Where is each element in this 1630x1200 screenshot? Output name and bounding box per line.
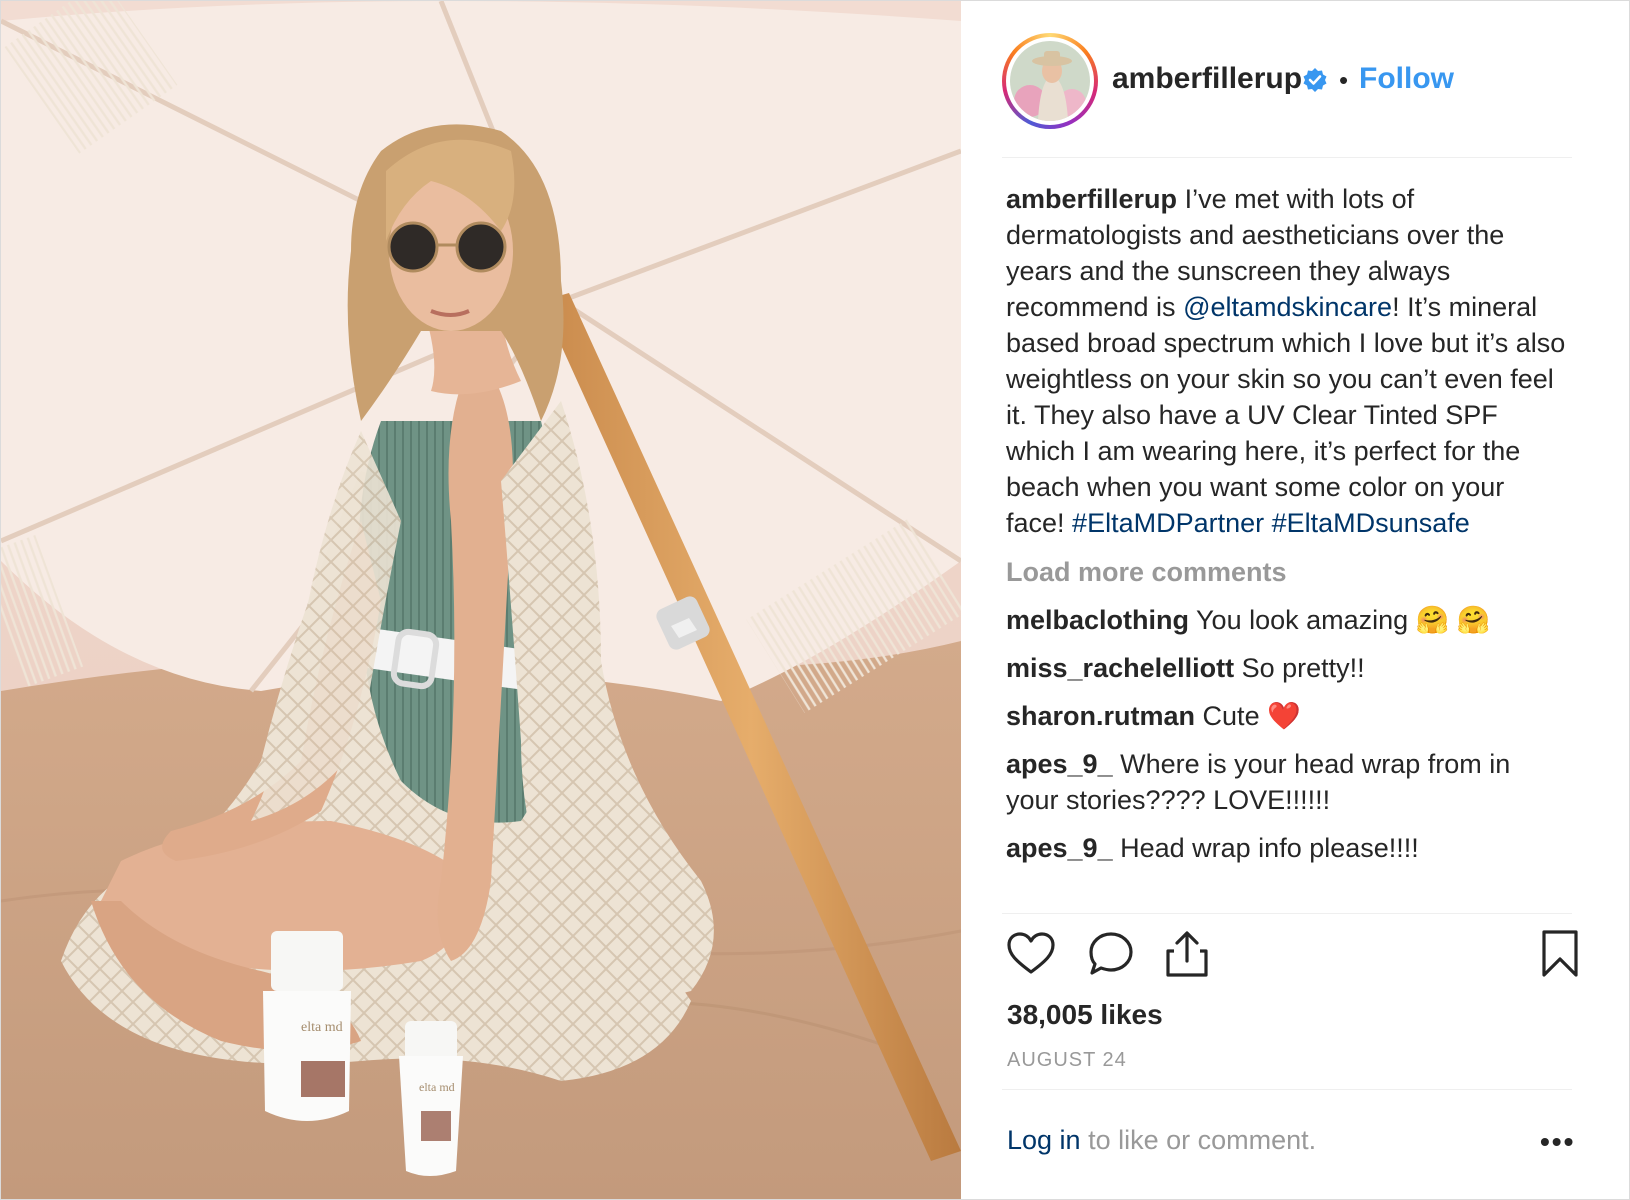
caption-author[interactable]: amberfillerup bbox=[1006, 184, 1177, 214]
post-header: amberfillerup • Follow bbox=[1002, 33, 1592, 129]
comment-author[interactable]: apes_9_ bbox=[1006, 833, 1113, 863]
comment-item: sharon.rutman Cute ❤️ bbox=[1006, 698, 1566, 734]
caption-text-2: ! It’s mineral based broad spectrum whic… bbox=[1006, 292, 1566, 538]
comments-section: amberfillerup I’ve met with lots of derm… bbox=[1006, 181, 1566, 866]
post-side-panel: amberfillerup • Follow amberfillerup I’v… bbox=[962, 1, 1629, 1199]
load-more-comments-button[interactable]: Load more comments bbox=[1006, 554, 1566, 590]
product-label-1: elta md bbox=[301, 1020, 343, 1035]
comment-author[interactable]: miss_rachelelliott bbox=[1006, 653, 1234, 683]
product-label-2: elta md bbox=[419, 1080, 455, 1094]
post-date[interactable]: AUGUST 24 bbox=[1007, 1049, 1127, 1072]
actions-divider bbox=[1002, 913, 1572, 914]
caption-mention-link[interactable]: @eltamdskincare bbox=[1183, 292, 1392, 322]
avatar-image bbox=[1010, 41, 1090, 121]
caption-hashtag-link-2[interactable]: #EltaMDsunsafe bbox=[1272, 508, 1470, 538]
post-caption: amberfillerup I’ve met with lots of derm… bbox=[1006, 181, 1566, 541]
share-icon[interactable] bbox=[1162, 929, 1212, 979]
comment-item: apes_9_ Head wrap info please!!!! bbox=[1006, 830, 1566, 866]
like-heart-icon[interactable] bbox=[1006, 929, 1056, 979]
footer-divider bbox=[1002, 1089, 1572, 1090]
comment-text: Cute ❤️ bbox=[1202, 701, 1301, 731]
comment-author[interactable]: sharon.rutman bbox=[1006, 701, 1195, 731]
bookmark-save-icon[interactable] bbox=[1540, 929, 1580, 979]
instagram-post: elta md elta md amberfillerup • Follow a… bbox=[0, 0, 1630, 1200]
likes-count[interactable]: 38,005 likes bbox=[1007, 999, 1163, 1031]
avatar[interactable] bbox=[1002, 33, 1098, 129]
comment-item: apes_9_ Where is your head wrap from in … bbox=[1006, 746, 1566, 818]
comment-author[interactable]: melbaclothing bbox=[1006, 605, 1189, 635]
comment-text: You look amazing 🤗 🤗 bbox=[1196, 605, 1491, 635]
caption-hashtag-link-1[interactable]: #EltaMDPartner bbox=[1072, 508, 1264, 538]
comment-bubble-icon[interactable] bbox=[1086, 929, 1136, 979]
comment-text: Head wrap info please!!!! bbox=[1120, 833, 1419, 863]
more-options-icon[interactable]: ••• bbox=[1540, 1126, 1575, 1158]
header-separator: • bbox=[1339, 65, 1349, 95]
follow-button[interactable]: Follow bbox=[1359, 62, 1454, 96]
comment-item: melbaclothing You look amazing 🤗 🤗 bbox=[1006, 602, 1566, 638]
login-prompt: Log in to like or comment. bbox=[1007, 1125, 1316, 1156]
post-photo[interactable]: elta md elta md bbox=[1, 1, 961, 1199]
comment-item: miss_rachelelliott So pretty!! bbox=[1006, 650, 1566, 686]
login-link[interactable]: Log in bbox=[1007, 1125, 1081, 1155]
comment-text: So pretty!! bbox=[1241, 653, 1365, 683]
post-author-username[interactable]: amberfillerup bbox=[1112, 62, 1302, 96]
comment-author[interactable]: apes_9_ bbox=[1006, 749, 1113, 779]
post-actions bbox=[1006, 929, 1578, 983]
login-prompt-text: to like or comment. bbox=[1080, 1125, 1317, 1155]
header-divider bbox=[1002, 157, 1572, 158]
verified-badge-icon bbox=[1303, 68, 1327, 92]
